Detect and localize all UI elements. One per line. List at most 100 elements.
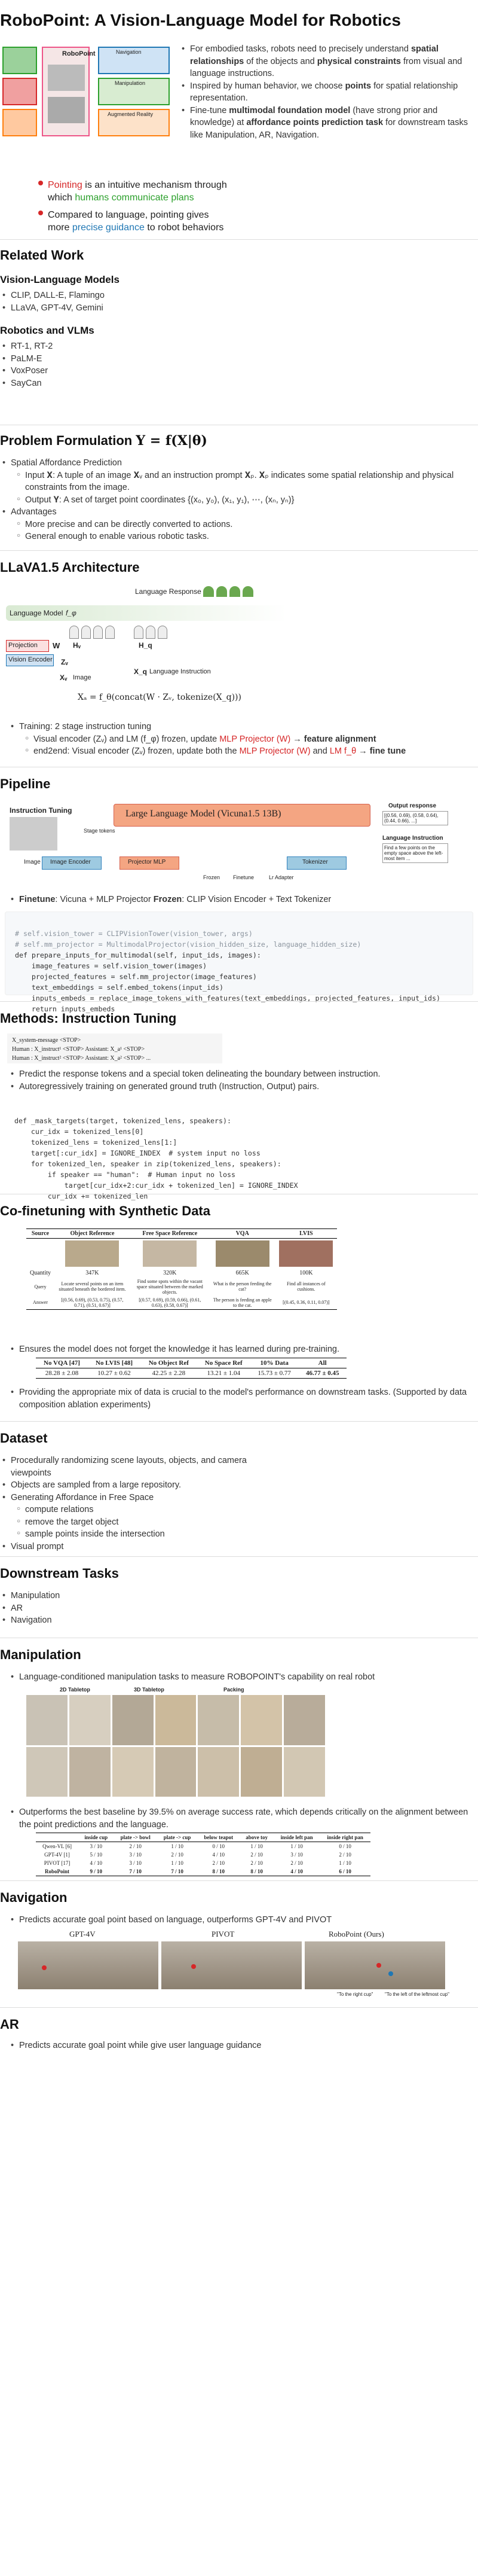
vlm-item: LLaVA, GPT-4V, Gemini (0, 302, 478, 315)
table-row: PIVOT [17] 4 / 10 3 / 10 1 / 10 2 / 10 2 / 10… (44, 1860, 351, 1866)
table-row: RoboPoint 9 / 10 7 / 10 7 / 10 8 / 10 8 / 10 4… (45, 1868, 351, 1874)
vlm-heading: Vision-Language Models (0, 274, 120, 285)
table-header: Source (31, 1230, 50, 1237)
manip-bullet: Outperforms the best baseline by 39.5% o… (8, 1806, 468, 1831)
ablation-table: No VQA [47] No LVIS [48] No Object Ref N… (36, 1358, 347, 1379)
table-header: plate -> bowl (120, 1834, 151, 1840)
robot-item: SayCan (0, 377, 478, 390)
divider (0, 1556, 478, 1557)
robopoint-logo-label: RoboPoint (62, 50, 96, 57)
legend-finetune: Finetune (233, 874, 255, 880)
dataset-subitem: remove the target object (14, 1516, 275, 1529)
zv-label: Zᵥ (61, 658, 68, 666)
nav-label-robopoint: RoboPoint (Ours) (329, 1929, 384, 1938)
mask-targets-code: def _mask_targets(target, tokenized_lens… (5, 1099, 473, 1200)
navigation-section: Navigation (0, 1890, 478, 1906)
pipeline-code: # self.vision_tower = CLIPVisionTower(vi… (5, 911, 473, 1013)
table-header: LVIS (299, 1230, 313, 1237)
table-row: GPT-4V [1] 5 / 10 3 / 10 2 / 10 4 / 10 2 / 10… (44, 1852, 351, 1858)
pipeline-desc: Finetune: Vicuna + MLP Projector Frozen:… (8, 894, 331, 906)
table-header: inside left pan (280, 1834, 313, 1840)
table-header: All (318, 1359, 327, 1367)
table-header: inside right pan (327, 1834, 363, 1840)
instruction-bullet: Predict the response tokens and a specia… (8, 1068, 468, 1081)
fig-label-2d: 2D Tabletop (60, 1687, 90, 1693)
problem-heading: Problem Formulation Y = f(X|θ) (0, 433, 207, 449)
downstream-item: Manipulation (0, 1590, 478, 1602)
image-encoder-label: Image Encoder (50, 859, 91, 865)
xv-label: Xᵥ (60, 673, 68, 682)
legend-frozen: Frozen (203, 874, 220, 880)
xq-label: X_q (134, 667, 148, 676)
pipeline-desc-line: Finetune: Vicuna + MLP Projector Frozen:… (8, 894, 331, 906)
dataset-section: Dataset Procedurally randomizing scene l… (0, 1431, 478, 1553)
format-line: Human : X_instruct² <STOP> Assistant: X_… (12, 1055, 151, 1062)
dataset-item: Objects are sampled from a large reposit… (0, 1479, 275, 1492)
training-stage-1: Visual encoder (Zᵥ) and LM (f_φ) frozen,… (23, 733, 468, 746)
language-model-label: Language Model (10, 609, 63, 617)
nav-bullet-text: Predicts accurate goal point based on la… (8, 1914, 468, 1926)
table-row: Qwen-VL [6] 3 / 10 2 / 10 1 / 10 0 / 10 1 / 1… (42, 1843, 351, 1849)
intro-bullet-1: For embodied tasks, robots need to preci… (179, 43, 472, 80)
ar-section: AR (0, 2017, 478, 2032)
instruction-tuning-section: Methods: Instruction Tuning (0, 1011, 478, 1026)
table-header (36, 1833, 78, 1842)
instruction-bullet: Autoregressively training on generated g… (8, 1081, 468, 1093)
cofinetune-bullet: Providing the appropriate mix of data is… (8, 1386, 468, 1411)
problem-input: Input 𝐗: A tuple of an image 𝐗ᵥ and an i… (14, 470, 454, 494)
w-label: W (53, 641, 60, 650)
instruction-format-figure: X_system-message <STOP> Human : X_instru… (7, 1034, 222, 1063)
vlm-item: CLIP, DALL-E, Flamingo (0, 289, 478, 302)
manip-bullet: Language-conditioned manipulation tasks … (8, 1671, 468, 1684)
nav-label-gpt4v: GPT-4V (69, 1929, 96, 1938)
table-header: No VQA [47] (44, 1359, 80, 1367)
ar-label: Augmented Reality (108, 111, 154, 117)
legend-lr: Lr Adapter (269, 874, 294, 880)
dataset-item: Visual prompt (0, 1541, 275, 1553)
table-header: inside cup (84, 1834, 108, 1840)
robot-item: VoxPoser (0, 365, 478, 377)
format-line: Human : X_instruct¹ <STOP> Assistant: X_… (12, 1046, 145, 1053)
table-row: Quantity 347K 320K 665K 100K (30, 1269, 313, 1276)
dataset-subitem: compute relations (14, 1504, 275, 1516)
lang-instruction-label: Language Instruction (382, 835, 443, 842)
table-header: No Object Ref (148, 1359, 189, 1367)
downstream-item: AR (0, 1602, 478, 1615)
advantage-2: General enough to enable various robotic… (14, 531, 454, 543)
image-label: Image (73, 674, 91, 681)
dataset-item: Procedurally randomizing scene layouts, … (0, 1455, 275, 1479)
robot-vlm-heading: Robotics and VLMs (0, 325, 94, 337)
nav-bullet: Predicts accurate goal point based on la… (8, 1914, 468, 1926)
navigation-label: Navigation (116, 49, 142, 55)
fig-label-packing: Packing (223, 1687, 244, 1693)
cofinetune-bullet-1: Ensures the model does not forget the kn… (8, 1343, 468, 1356)
table-header: No Space Ref (204, 1359, 243, 1367)
table-header: VQA (235, 1230, 249, 1237)
downstream-section: Downstream Tasks Manipulation AR Navigat… (0, 1566, 478, 1627)
dataset-item: Generating Affordance in Free Space (0, 1492, 275, 1504)
table-header: Object Reference (70, 1230, 115, 1237)
robot-item: PaLM-E (0, 353, 478, 365)
advantage-1: More precise and can be directly convert… (14, 519, 454, 531)
format-line: X_system-message <STOP> (12, 1037, 81, 1044)
problem-section: Problem Formulation Y = f(X|θ) Spatial A… (0, 433, 478, 543)
llava-equation: Xₐ = f_θ(concat(W · Zᵥ, tokenize(X_q))) (78, 693, 241, 702)
ar-bullet-text: Predicts accurate goal point while give … (8, 2040, 468, 2052)
intro-bullets: For embodied tasks, robots need to preci… (179, 43, 472, 142)
nav-legend-1: "To the right cup" (337, 1992, 373, 1997)
output-response-label: Output response (388, 803, 437, 809)
vision-encoder-label: Vision Encoder (8, 656, 53, 663)
lang-instruction-text: Find a few points on the empty space abo… (382, 843, 448, 863)
data-source-table: Source Object Reference Free Space Refer… (26, 1228, 337, 1310)
intro-figure: RoboPoint Navigation Manipulation Augmen… (2, 47, 176, 164)
cofinetune-heading: Co-finetuning with Synthetic Data (0, 1203, 210, 1218)
cofinetune-bullet: Ensures the model does not forget the kn… (8, 1343, 468, 1356)
manip-bullet-2: Outperforms the best baseline by 39.5% o… (8, 1806, 468, 1831)
manipulation-figure: 2D Tabletop 3D Tabletop Packing (26, 1687, 325, 1800)
manipulation-heading: Manipulation (0, 1647, 81, 1662)
fig-label-3d: 3D Tabletop (134, 1687, 164, 1693)
intro-bullet-3: Fine-tune multimodal foundation model (h… (179, 105, 472, 142)
divider (0, 1421, 478, 1422)
dataset-subitem: sample points inside the intersection (14, 1528, 275, 1541)
output-response-text: [(0.56, 0.69), (0.58, 0.64), (0.44, 0.66… (382, 811, 448, 825)
